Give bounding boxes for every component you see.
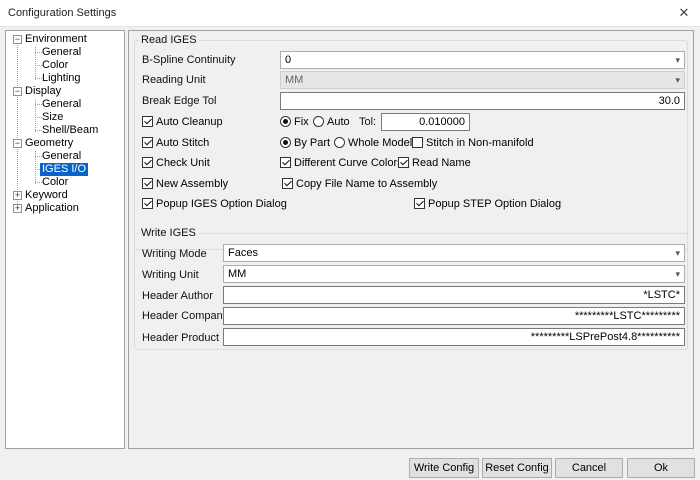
- writing-mode-label: Writing Mode: [142, 248, 207, 260]
- tree-item-label: Application: [25, 202, 79, 214]
- checkbox-checked-icon: [398, 157, 409, 168]
- collapse-icon[interactable]: −: [13, 139, 22, 148]
- checkbox-unchecked-icon: [412, 137, 423, 148]
- tree-item-label-selected: IGES I/O: [40, 163, 89, 176]
- reading-unit-label: Reading Unit: [142, 74, 206, 86]
- tree-item-label: General: [42, 46, 82, 58]
- write-config-button[interactable]: Write Config: [409, 458, 479, 478]
- close-icon[interactable]: ✕: [672, 3, 696, 23]
- popup-step-label: Popup STEP Option Dialog: [428, 198, 562, 210]
- checkbox-checked-icon: [142, 198, 153, 209]
- writing-unit-select[interactable]: MM ▾: [223, 265, 685, 283]
- bspline-continuity-select[interactable]: 0 ▾: [280, 51, 685, 69]
- auto-cleanup-checkbox[interactable]: Auto Cleanup: [142, 116, 223, 129]
- break-edge-tol-label: Break Edge Tol: [142, 95, 217, 107]
- tol-input[interactable]: 0.010000: [381, 113, 470, 131]
- radio-unselected-icon: [313, 116, 324, 127]
- break-edge-tol-input[interactable]: 30.0: [280, 92, 685, 110]
- writing-unit-label: Writing Unit: [142, 269, 199, 281]
- collapse-icon[interactable]: −: [13, 87, 22, 96]
- popup-iges-label: Popup IGES Option Dialog: [156, 198, 287, 210]
- auto-stitch-checkbox[interactable]: Auto Stitch: [142, 137, 209, 150]
- tree-item-label: Color: [42, 59, 69, 71]
- cleanup-fix-label: Fix: [294, 116, 309, 128]
- tree-item-label: Display: [25, 85, 62, 97]
- popup-iges-checkbox[interactable]: Popup IGES Option Dialog: [142, 198, 287, 211]
- writing-unit-value: MM: [228, 268, 247, 280]
- auto-cleanup-label: Auto Cleanup: [156, 116, 223, 128]
- different-curve-colors-label: Different Curve Colors: [294, 157, 403, 169]
- tree-item-label: Geometry: [25, 137, 74, 149]
- window-title: Configuration Settings: [8, 7, 117, 19]
- stitch-whole-model-label: Whole Model: [348, 137, 413, 149]
- checkbox-checked-icon: [142, 116, 153, 127]
- bspline-continuity-value: 0: [285, 54, 292, 66]
- popup-step-checkbox[interactable]: Popup STEP Option Dialog: [414, 198, 561, 211]
- expand-icon[interactable]: +: [13, 204, 22, 213]
- tree-item-label: General: [42, 98, 82, 110]
- reading-unit-value: MM: [285, 74, 304, 86]
- tree-item-label: Color: [42, 176, 69, 188]
- stitch-by-part-label: By Part: [294, 137, 331, 149]
- radio-selected-icon: [280, 116, 291, 127]
- radio-unselected-icon: [334, 137, 345, 148]
- reset-config-button[interactable]: Reset Config: [482, 458, 552, 478]
- ok-button[interactable]: Ok: [627, 458, 695, 478]
- different-curve-colors-checkbox[interactable]: Different Curve Colors: [280, 157, 403, 170]
- checkbox-checked-icon: [142, 137, 153, 148]
- header-product-input[interactable]: *********LSPrePost4.8**********: [223, 328, 685, 346]
- header-product-label: Header Product: [142, 332, 220, 344]
- new-assembly-label: New Assembly: [156, 178, 229, 190]
- stitch-whole-model-radio[interactable]: Whole Model: [334, 137, 412, 150]
- copy-file-name-checkbox[interactable]: Copy File Name to Assembly: [282, 178, 437, 191]
- chevron-down-icon: ▾: [675, 269, 680, 279]
- checkbox-checked-icon: [142, 178, 153, 189]
- cleanup-auto-label: Auto: [327, 116, 350, 128]
- tree-item-label: Shell/Beam: [42, 124, 99, 136]
- header-author-input[interactable]: *LSTC*: [223, 286, 685, 304]
- tree-item-label: Size: [42, 111, 64, 123]
- stitch-nonmanifold-checkbox[interactable]: Stitch in Non-manifold: [412, 137, 534, 150]
- reading-unit-select: MM ▾: [280, 71, 685, 89]
- expand-icon[interactable]: +: [13, 191, 22, 200]
- tol-label: Tol:: [359, 116, 377, 128]
- header-company-input[interactable]: *********LSTC*********: [223, 307, 685, 325]
- header-author-label: Header Author: [142, 290, 213, 302]
- radio-selected-icon: [280, 137, 291, 148]
- chevron-down-icon: ▾: [675, 55, 680, 65]
- chevron-down-icon: ▾: [675, 248, 680, 258]
- new-assembly-checkbox[interactable]: New Assembly: [142, 178, 228, 191]
- title-bar: Configuration Settings ✕: [0, 0, 700, 27]
- read-name-checkbox[interactable]: Read Name: [398, 157, 471, 170]
- settings-tree: − Environment General Color Lighting − D…: [5, 30, 125, 449]
- settings-panel: Read IGES B-Spline Continuity 0 ▾ Readin…: [128, 30, 694, 449]
- checkbox-checked-icon: [280, 157, 291, 168]
- tree-item-label: Environment: [25, 33, 87, 45]
- tree-item-label: Keyword: [25, 189, 68, 201]
- tree-item-label: General: [42, 150, 82, 162]
- stitch-nonmanifold-label: Stitch in Non-manifold: [426, 137, 534, 149]
- bspline-continuity-label: B-Spline Continuity: [142, 54, 236, 66]
- header-company-label: Header Company: [142, 310, 229, 322]
- read-name-label: Read Name: [412, 157, 471, 169]
- checkbox-checked-icon: [414, 198, 425, 209]
- chevron-down-icon: ▾: [675, 75, 680, 85]
- check-unit-label: Check Unit: [156, 157, 210, 169]
- stitch-by-part-radio[interactable]: By Part: [280, 137, 330, 150]
- collapse-icon[interactable]: −: [13, 35, 22, 44]
- cancel-button[interactable]: Cancel: [555, 458, 623, 478]
- copy-file-name-label: Copy File Name to Assembly: [296, 178, 438, 190]
- auto-stitch-label: Auto Stitch: [156, 137, 210, 149]
- check-unit-checkbox[interactable]: Check Unit: [142, 157, 210, 170]
- writing-mode-select[interactable]: Faces ▾: [223, 244, 685, 262]
- checkbox-checked-icon: [282, 178, 293, 189]
- write-iges-title: Write IGES: [139, 227, 198, 239]
- cleanup-auto-radio[interactable]: Auto: [313, 116, 350, 129]
- tree-item-label: Lighting: [42, 72, 81, 84]
- cleanup-fix-radio[interactable]: Fix: [280, 116, 309, 129]
- writing-mode-value: Faces: [228, 247, 258, 259]
- checkbox-checked-icon: [142, 157, 153, 168]
- read-iges-title: Read IGES: [139, 34, 199, 46]
